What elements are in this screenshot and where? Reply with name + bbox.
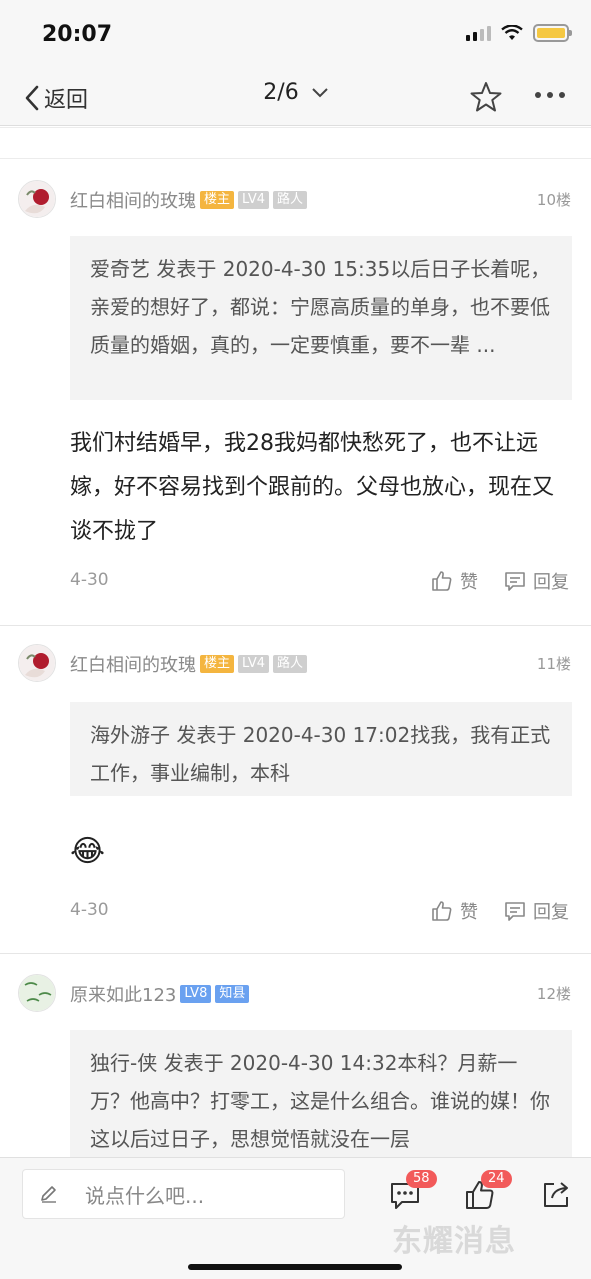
author-line: 红白相间的玫瑰 楼主 LV4 路人 bbox=[70, 651, 308, 677]
status-icons bbox=[466, 24, 572, 42]
host-badge: 楼主 bbox=[200, 655, 235, 673]
dropdown-chevron-icon bbox=[311, 88, 328, 98]
comment-date: 4-30 bbox=[70, 570, 109, 590]
level-badge: LV4 bbox=[238, 191, 269, 209]
quote-block[interactable]: 爱奇艺 发表于 2020-4-30 15:35以后日子长着呢，亲爱的想好了，都说… bbox=[70, 236, 572, 400]
reply-button[interactable]: 回复 bbox=[503, 898, 569, 924]
floor-number: 10楼 bbox=[536, 191, 571, 209]
like-button[interactable]: 赞 bbox=[430, 568, 478, 594]
reply-icon bbox=[505, 902, 525, 921]
avatar[interactable] bbox=[18, 180, 56, 218]
watermark: 东耀消息 bbox=[392, 1224, 516, 1259]
status-time: 20:07 bbox=[42, 22, 113, 47]
like-label: 赞 bbox=[460, 572, 478, 593]
comment-count-button[interactable]: 58 bbox=[388, 1170, 437, 1212]
floor-number: 12楼 bbox=[536, 985, 571, 1003]
level-badge: LV4 bbox=[238, 655, 269, 673]
avatar[interactable] bbox=[18, 644, 56, 682]
level-badge: LV8 bbox=[180, 985, 212, 1003]
comment-input[interactable]: 说点什么吧... bbox=[22, 1169, 345, 1219]
home-indicator bbox=[188, 1264, 402, 1270]
reply-button[interactable]: 回复 bbox=[503, 568, 569, 594]
host-badge: 楼主 bbox=[200, 191, 235, 209]
comment-placeholder: 说点什么吧... bbox=[85, 1183, 205, 1208]
author-name[interactable]: 红白相间的玫瑰 bbox=[70, 187, 196, 213]
comment-content: 我们村结婚早，我28我妈都快愁死了，也不让远嫁，好不容易找到个跟前的。父母也放心… bbox=[70, 431, 555, 544]
like-label: 赞 bbox=[460, 902, 478, 923]
author-line: 原来如此123 LV8 知县 bbox=[70, 981, 250, 1007]
rank-badge: 路人 bbox=[273, 655, 308, 673]
reply-label: 回复 bbox=[533, 572, 569, 593]
reply-icon bbox=[505, 572, 525, 591]
comment-count-badge: 58 bbox=[406, 1170, 437, 1188]
like-count-button[interactable]: 24 bbox=[463, 1170, 512, 1212]
nav-bar: 返回 2/6 bbox=[0, 70, 591, 126]
page-indicator-label: 2/6 bbox=[263, 80, 299, 105]
share-icon bbox=[544, 1182, 568, 1207]
comment-item: 红白相间的玫瑰 楼主 LV4 路人 11楼 海外游子 发表于 2020-4-30… bbox=[0, 626, 591, 953]
thumbs-up-icon bbox=[432, 901, 452, 921]
share-button[interactable] bbox=[540, 1178, 574, 1212]
thumbs-up-icon bbox=[432, 571, 452, 591]
comment-date: 4-30 bbox=[70, 900, 109, 920]
rank-badge: 知县 bbox=[215, 985, 250, 1003]
avatar[interactable] bbox=[18, 974, 56, 1012]
pencil-icon bbox=[41, 1186, 56, 1203]
wifi-icon bbox=[501, 25, 523, 40]
quote-block[interactable]: 海外游子 发表于 2020-4-30 17:02找我，我有正式工作，事业编制，本… bbox=[70, 702, 572, 796]
rank-badge: 路人 bbox=[273, 191, 308, 209]
author-name[interactable]: 原来如此123 bbox=[70, 981, 176, 1007]
more-icon[interactable] bbox=[535, 86, 565, 98]
comment-content: 😂 bbox=[70, 834, 106, 869]
reply-label: 回复 bbox=[533, 902, 569, 923]
comment-item: 红白相间的玫瑰 楼主 LV4 路人 10楼 爱奇艺 发表于 2020-4-30 … bbox=[0, 160, 591, 625]
signal-icon bbox=[466, 25, 491, 41]
bottom-bar: 说点什么吧... 58 24 东耀消息 bbox=[0, 1157, 591, 1279]
star-icon[interactable] bbox=[469, 80, 503, 114]
author-line: 红白相间的玫瑰 楼主 LV4 路人 bbox=[70, 187, 308, 213]
like-button[interactable]: 赞 bbox=[430, 898, 478, 924]
status-bar: 20:07 bbox=[0, 0, 591, 70]
separator bbox=[0, 127, 591, 159]
like-count-badge: 24 bbox=[481, 1170, 512, 1188]
author-name[interactable]: 红白相间的玫瑰 bbox=[70, 651, 196, 677]
battery-icon bbox=[533, 24, 572, 42]
comment-item: 原来如此123 LV8 知县 12楼 独行-侠 发表于 2020-4-30 14… bbox=[0, 954, 591, 1157]
floor-number: 11楼 bbox=[536, 655, 571, 673]
quote-block[interactable]: 独行-侠 发表于 2020-4-30 14:32本科？月薪一万？他高中？打零工，… bbox=[70, 1030, 572, 1157]
